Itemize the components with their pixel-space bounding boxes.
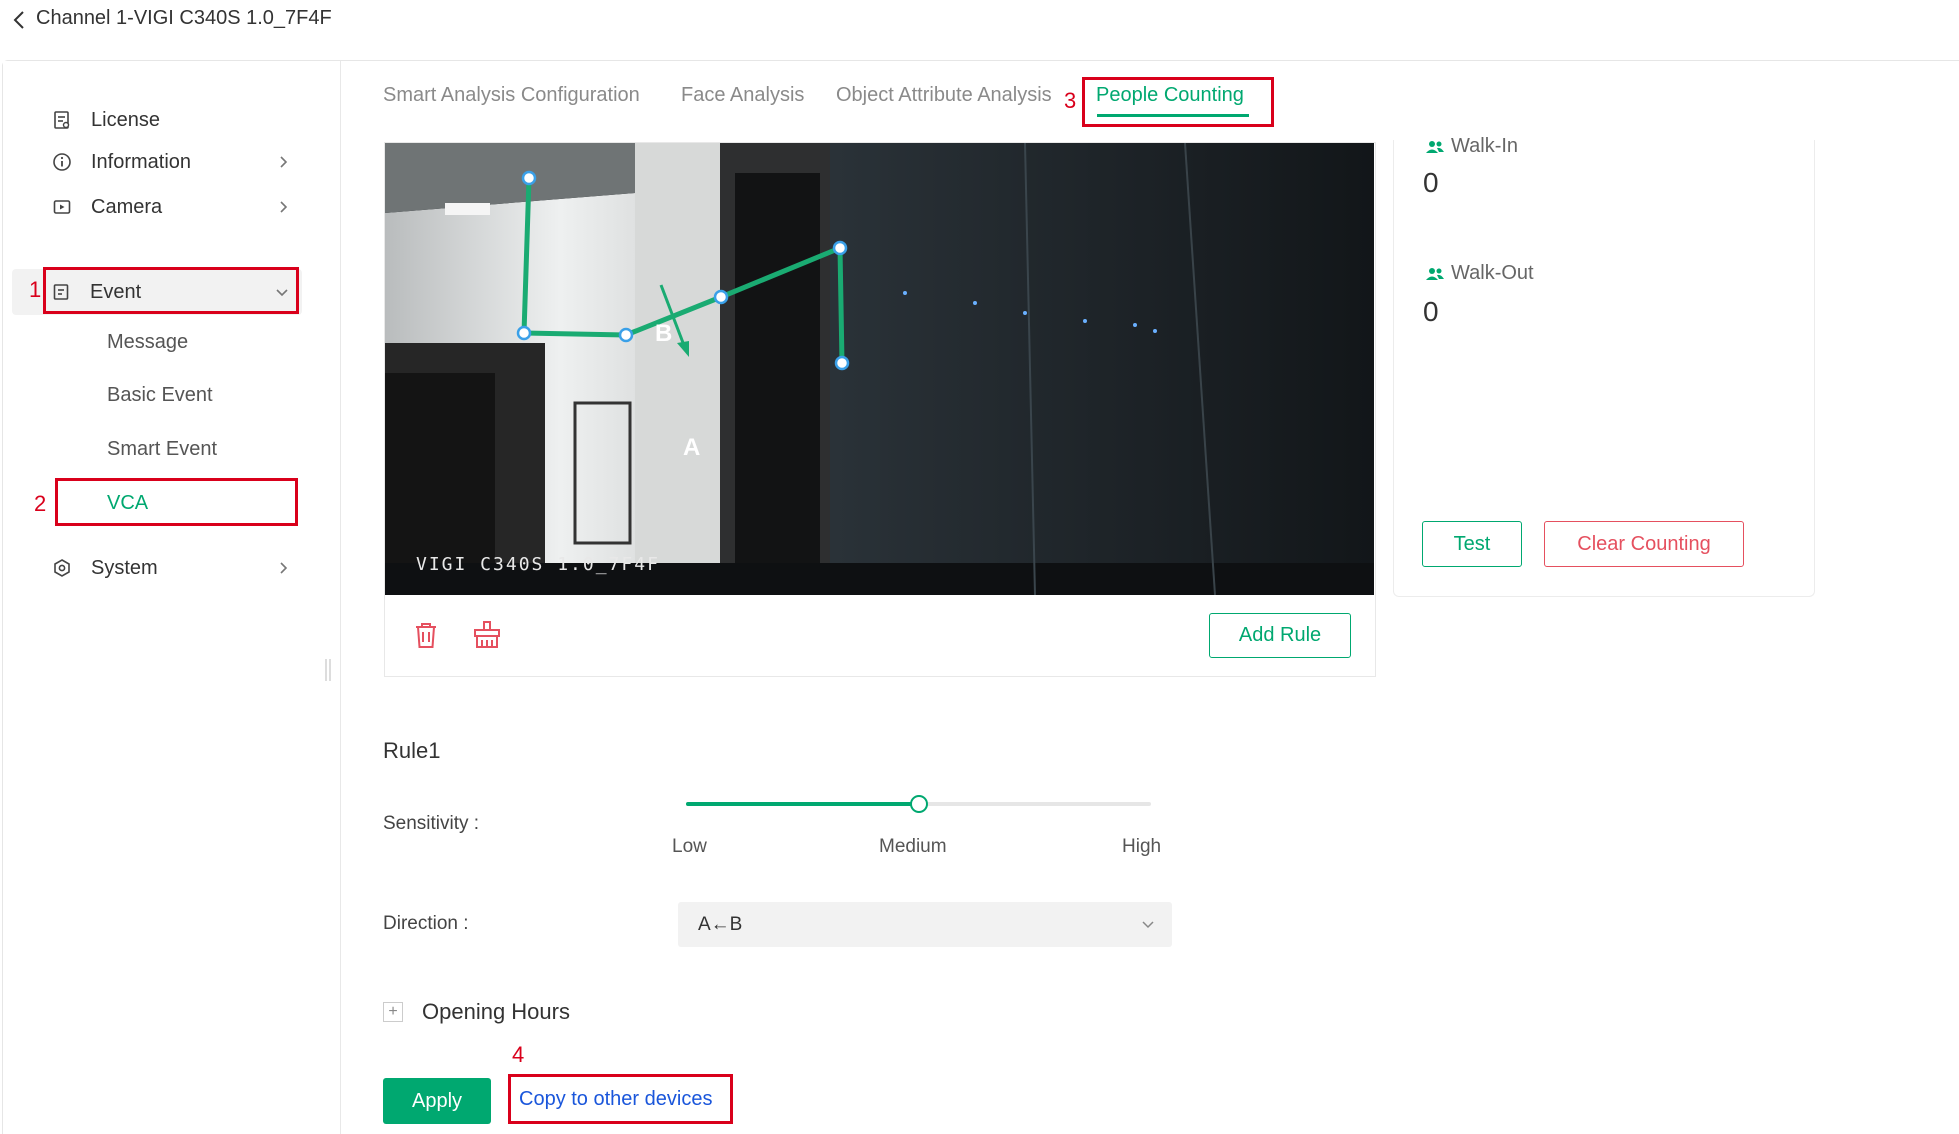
opening-hours-label[interactable]: Opening Hours (422, 999, 570, 1025)
direction-selected-value: A←B (698, 914, 743, 935)
page-title: Channel 1-VIGI C340S 1.0_7F4F (36, 7, 332, 29)
license-icon (51, 109, 73, 131)
sidebar-item-information[interactable]: Information (13, 139, 303, 185)
slider-thumb[interactable] (909, 795, 928, 813)
people-icon (1426, 268, 1444, 280)
sidebar: License Information Camera Event Message… (3, 61, 341, 1134)
clear-all-icon[interactable] (470, 618, 504, 652)
info-icon (51, 151, 73, 173)
sidebar-subitem-basic-event[interactable]: Basic Event (107, 384, 213, 407)
tab-smart-analysis-configuration[interactable]: Smart Analysis Configuration (383, 84, 640, 107)
active-tab-indicator (1097, 114, 1249, 117)
direction-point-a-label: A (683, 434, 701, 461)
sidebar-item-event[interactable]: Event (12, 269, 302, 315)
sidebar-subitem-vca[interactable]: VCA (107, 492, 148, 515)
sidebar-subitem-smart-event[interactable]: Smart Event (107, 438, 217, 461)
sensitivity-slider[interactable] (686, 792, 1151, 816)
walk-out-value: 0 (1423, 296, 1439, 327)
direction-point-b-label: B (655, 320, 673, 347)
tab-object-attribute-analysis[interactable]: Object Attribute Analysis (836, 84, 1052, 107)
walk-in-value: 0 (1423, 167, 1439, 198)
system-icon (51, 557, 73, 579)
direction-select[interactable]: A←B (678, 902, 1172, 947)
chevron-right-icon (273, 152, 293, 172)
add-rule-button[interactable]: Add Rule (1209, 613, 1351, 658)
annotation-number-4: 4 (512, 1042, 525, 1067)
annotation-number-2: 2 (34, 491, 47, 516)
tab-face-analysis[interactable]: Face Analysis (681, 84, 804, 107)
chevron-down-icon (1138, 914, 1158, 934)
video-osd-text: VIGI C340S 1.0_7F4F (416, 554, 660, 575)
chevron-down-icon (272, 282, 292, 302)
apply-button[interactable]: Apply (383, 1078, 491, 1124)
clear-counting-button[interactable]: Clear Counting (1544, 521, 1744, 567)
chevron-right-icon (273, 197, 293, 217)
copy-to-other-devices-link[interactable]: Copy to other devices (519, 1088, 712, 1111)
people-icon (1426, 141, 1444, 153)
walk-out-label: Walk-Out (1451, 262, 1534, 284)
rule-title: Rule1 (383, 738, 441, 763)
top-bar: Channel 1-VIGI C340S 1.0_7F4F (0, 0, 1959, 58)
direction-label: Direction : (383, 913, 469, 934)
annotation-number-3: 3 (1064, 88, 1077, 113)
annotation-number-1: 1 (29, 277, 42, 302)
walk-in-label-clipped: Walk-In (1451, 135, 1519, 153)
expand-plus-icon[interactable]: + (383, 1002, 403, 1022)
delete-icon[interactable] (409, 618, 443, 652)
sidebar-item-label: Event (90, 280, 142, 303)
sidebar-resize-handle[interactable] (325, 659, 331, 681)
back-arrow-icon[interactable] (8, 8, 32, 32)
event-icon (50, 281, 72, 303)
sensitivity-high-label: High (1122, 836, 1162, 857)
sidebar-item-label: Camera (91, 195, 163, 218)
sidebar-item-label: License (91, 108, 160, 131)
sidebar-item-camera[interactable]: Camera (13, 184, 303, 230)
sidebar-item-license[interactable]: License (13, 97, 303, 143)
test-button[interactable]: Test (1422, 521, 1522, 567)
sensitivity-label: Sensitivity : (383, 813, 480, 834)
slider-fill (686, 802, 919, 806)
camera-live-view[interactable] (385, 143, 1374, 595)
chevron-right-icon (273, 558, 293, 578)
tab-people-counting[interactable]: People Counting (1096, 84, 1244, 107)
camera-icon (51, 196, 73, 218)
sidebar-item-label: Information (91, 150, 192, 173)
sensitivity-low-label: Low (672, 836, 707, 857)
sidebar-item-label: System (91, 556, 158, 579)
sensitivity-medium-label: Medium (879, 836, 947, 857)
sidebar-item-system[interactable]: System (13, 545, 303, 591)
sidebar-subitem-message[interactable]: Message (107, 331, 188, 354)
